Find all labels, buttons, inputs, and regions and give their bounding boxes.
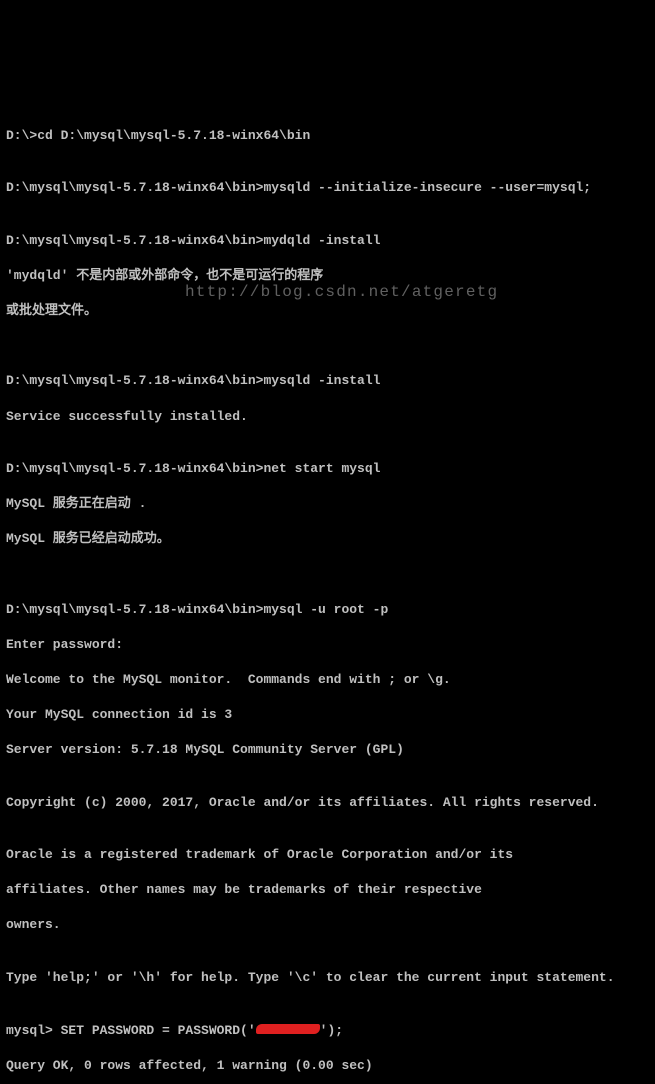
- cmd-part: mysql> SET PASSWORD = PASSWORD(': [6, 1023, 256, 1038]
- cmd-line: D:\mysql\mysql-5.7.18-winx64\bin>mysqld …: [6, 372, 649, 390]
- mysql-prompt-line: mysql> SET PASSWORD = PASSWORD(' ');: [6, 1022, 649, 1040]
- output-line: MySQL 服务正在启动 .: [6, 495, 649, 513]
- cmd-line: D:\mysql\mysql-5.7.18-winx64\bin>mysqld …: [6, 179, 649, 197]
- cmd-line: D:\mysql\mysql-5.7.18-winx64\bin>mydqld …: [6, 232, 649, 250]
- output-line: Copyright (c) 2000, 2017, Oracle and/or …: [6, 794, 649, 812]
- cmd-line: D:\mysql\mysql-5.7.18-winx64\bin>mysql -…: [6, 601, 649, 619]
- output-line: Welcome to the MySQL monitor. Commands e…: [6, 671, 649, 689]
- output-line: Server version: 5.7.18 MySQL Community S…: [6, 741, 649, 759]
- error-line: 或批处理文件。: [6, 302, 649, 320]
- output-line: affiliates. Other names may be trademark…: [6, 881, 649, 899]
- cmd-part: ');: [320, 1023, 343, 1038]
- output-line: Type 'help;' or '\h' for help. Type '\c'…: [6, 969, 649, 987]
- error-line: 'mydqld' 不是内部或外部命令，也不是可运行的程序: [6, 267, 649, 285]
- output-line: owners.: [6, 916, 649, 934]
- output-line: Query OK, 0 rows affected, 1 warning (0.…: [6, 1057, 649, 1075]
- output-line: Service successfully installed.: [6, 408, 649, 426]
- prompt-line: Enter password:: [6, 636, 649, 654]
- output-line: Oracle is a registered trademark of Orac…: [6, 846, 649, 864]
- cmd-line: D:\>cd D:\mysql\mysql-5.7.18-winx64\bin: [6, 127, 649, 145]
- terminal-output[interactable]: D:\>cd D:\mysql\mysql-5.7.18-winx64\bin …: [6, 109, 649, 1084]
- output-line: Your MySQL connection id is 3: [6, 706, 649, 724]
- output-line: MySQL 服务已经启动成功。: [6, 530, 649, 548]
- redacted-password: [256, 1024, 320, 1034]
- cmd-line: D:\mysql\mysql-5.7.18-winx64\bin>net sta…: [6, 460, 649, 478]
